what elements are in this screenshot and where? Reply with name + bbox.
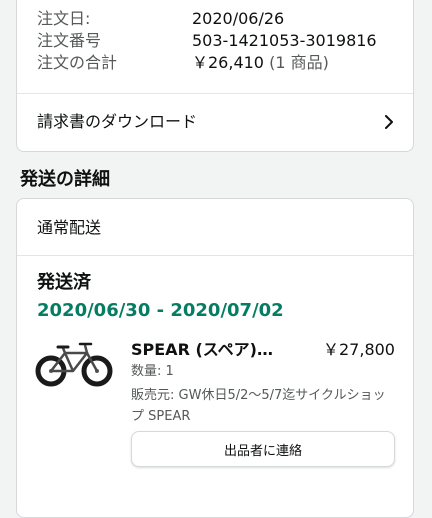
contact-seller-button[interactable]: 出品者に連絡 xyxy=(131,431,395,467)
order-date-label: 注文日: xyxy=(37,9,91,28)
shipping-details-heading: 発送の詳細 xyxy=(20,169,110,190)
order-number-row: 注文番号 503-1421053-3019816 xyxy=(37,31,377,51)
shipping-divider xyxy=(17,255,413,256)
order-number-label: 注文番号 xyxy=(37,31,102,50)
order-total-row: 注文の合計 ￥26,410 (1 商品) xyxy=(37,53,329,73)
bicycle-product-image[interactable] xyxy=(35,337,113,387)
order-total-value: ￥26,410 (1 商品) xyxy=(192,53,329,73)
product-title-link[interactable]: SPEAR (スペア)… xyxy=(131,339,273,361)
product-quantity: 数量: 1 xyxy=(131,364,174,379)
order-date-row: 注文日: 2020/06/26 xyxy=(37,9,284,29)
order-total-amount: ￥26,410 xyxy=(192,53,264,72)
delivery-type-label: 通常配送 xyxy=(37,218,102,237)
order-date-value: 2020/06/26 xyxy=(192,9,285,28)
chevron-right-icon xyxy=(385,115,393,129)
order-summary-card: 注文日: 2020/06/26 注文番号 503-1421053-3019816… xyxy=(16,0,414,152)
delivery-date-range: 2020/06/30 - 2020/07/02 xyxy=(37,300,284,321)
order-number-value: 503-1421053-3019816 xyxy=(192,31,377,50)
product-seller: 販売元: GW休日5/2〜5/7迄サイクルショップ SPEAR xyxy=(131,388,386,424)
download-invoice-label: 請求書のダウンロード xyxy=(37,112,198,131)
shipment-status: 発送済 xyxy=(37,272,91,293)
order-total-label: 注文の合計 xyxy=(37,53,118,72)
product-price: ￥27,800 xyxy=(323,340,395,359)
shipping-card: 通常配送 発送済 2020/06/30 - 2020/07/02 SPEAR (… xyxy=(16,198,414,518)
download-invoice-link[interactable]: 請求書のダウンロード xyxy=(17,94,413,152)
order-total-items: (1 商品) xyxy=(269,53,329,72)
